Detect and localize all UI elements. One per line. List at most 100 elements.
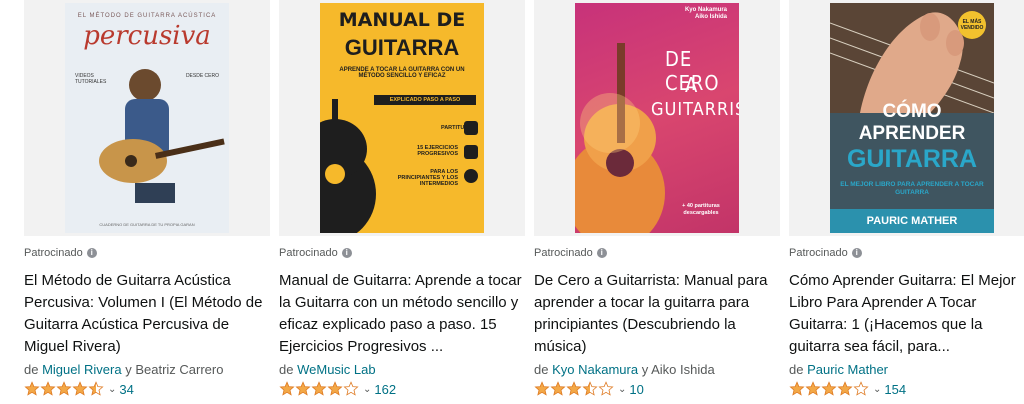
star-icon bbox=[72, 381, 88, 396]
star-icon bbox=[550, 381, 566, 396]
cover-subtitle: EL MEJOR LIBRO PARA APRENDER A TOCAR GUI… bbox=[840, 181, 984, 196]
cover-authors: Kyo Nakamura Aiko Ishida bbox=[685, 7, 727, 21]
product-card: MANUAL DE GUITARRA APRENDE A TOCAR LA GU… bbox=[279, 0, 525, 404]
sheet-icon bbox=[464, 121, 478, 135]
cover-series-line: EL MÉTODO DE GUITARRA ACÚSTICA bbox=[77, 13, 217, 19]
cover-title-line2: GUITARRA bbox=[344, 35, 460, 60]
star-icon bbox=[295, 381, 311, 396]
star-icon bbox=[582, 381, 598, 396]
review-count[interactable]: 34 bbox=[119, 382, 133, 397]
author-line: de WeMusic Lab bbox=[279, 362, 525, 377]
cover-author-2: Aiko Ishida bbox=[694, 14, 727, 20]
info-icon[interactable]: i bbox=[341, 248, 352, 258]
cover-title-3: GUITARRISTA bbox=[651, 99, 739, 120]
cover-item-3: PARA LOS PRINCIPIANTES Y LOS INTERMEDIOS bbox=[397, 169, 458, 187]
star-icon bbox=[40, 381, 56, 396]
author-link[interactable]: WeMusic Lab bbox=[297, 362, 376, 377]
cover-title-line1: MANUAL DE bbox=[338, 9, 466, 31]
cover-note: + 40 partituras descargables bbox=[682, 203, 720, 216]
info-icon[interactable]: i bbox=[86, 248, 97, 258]
sponsored-label[interactable]: Patrocinado i bbox=[534, 246, 780, 260]
cover-author-1: Kyo Nakamura bbox=[684, 7, 727, 13]
author-secondary: Aiko Ishida bbox=[651, 362, 715, 377]
cover-item-2: 15 EJERCICIOS PROGRESIVOS bbox=[417, 145, 458, 157]
star-rating[interactable] bbox=[534, 381, 614, 397]
rating-row: ⌄ 154 bbox=[789, 381, 1024, 397]
sponsored-text: Patrocinado bbox=[534, 247, 593, 259]
cover-subtitle: APRENDE A TOCAR LA GUITARRA CON UN MÉTOD… bbox=[339, 67, 465, 79]
rating-row: ⌄ 34 bbox=[24, 381, 270, 397]
sponsored-label[interactable]: Patrocinado i bbox=[24, 246, 270, 260]
star-rating[interactable] bbox=[24, 381, 104, 397]
review-count[interactable]: 10 bbox=[629, 382, 643, 397]
star-icon bbox=[821, 381, 837, 396]
star-icon bbox=[327, 381, 343, 396]
star-icon bbox=[566, 381, 582, 396]
star-icon bbox=[56, 381, 72, 396]
star-icon bbox=[279, 381, 295, 396]
star-icon bbox=[837, 381, 853, 396]
product-image-container[interactable]: EL MÉTODO DE GUITARRA ACÚSTICA percusiva… bbox=[24, 0, 270, 236]
product-image-container[interactable]: Kyo Nakamura Aiko Ishida DE CERO A GUITA… bbox=[534, 0, 780, 236]
book-cover[interactable]: MANUAL DE GUITARRA APRENDE A TOCAR LA GU… bbox=[320, 3, 484, 233]
chart-icon bbox=[464, 145, 478, 159]
book-cover[interactable]: EL MÁS VENDIDO CÓMO APRENDER GUITARRA EL… bbox=[830, 3, 994, 233]
product-card: EL MÁS VENDIDO CÓMO APRENDER GUITARRA EL… bbox=[789, 0, 1024, 404]
guitarist-illustration bbox=[99, 69, 225, 203]
star-icon bbox=[805, 381, 821, 396]
guitar-illustration bbox=[320, 99, 376, 233]
star-rating[interactable] bbox=[279, 381, 359, 397]
cover-title-3: GUITARRA bbox=[846, 145, 978, 173]
author-line: de Kyo Nakamura y Aiko Ishida bbox=[534, 362, 780, 377]
author-prefix: de bbox=[24, 362, 39, 377]
star-icon bbox=[88, 381, 104, 396]
sponsored-label[interactable]: Patrocinado i bbox=[789, 246, 1024, 260]
star-icon bbox=[853, 381, 869, 396]
product-image-container[interactable]: EL MÁS VENDIDO CÓMO APRENDER GUITARRA EL… bbox=[789, 0, 1024, 236]
cover-title-2: A bbox=[685, 73, 699, 97]
rating-row: ⌄ 10 bbox=[534, 381, 780, 397]
sponsored-label[interactable]: Patrocinado i bbox=[279, 246, 525, 260]
cover-title-1: CÓMO bbox=[882, 101, 942, 122]
guitar-illustration bbox=[575, 43, 665, 233]
product-title[interactable]: De Cero a Guitarrista: Manual para apren… bbox=[534, 270, 780, 358]
book-cover[interactable]: Kyo Nakamura Aiko Ishida DE CERO A GUITA… bbox=[575, 3, 739, 233]
product-title[interactable]: El Método de Guitarra Acústica Percusiva… bbox=[24, 270, 270, 358]
author-prefix: de bbox=[534, 362, 549, 377]
author-link[interactable]: Miguel Rivera bbox=[42, 362, 121, 377]
bestseller-badge: EL MÁS VENDIDO bbox=[958, 11, 986, 39]
star-icon bbox=[598, 381, 614, 396]
chevron-down-icon[interactable]: ⌄ bbox=[618, 384, 626, 395]
author-secondary: Beatriz Carrero bbox=[135, 362, 224, 377]
star-icon bbox=[311, 381, 327, 396]
chevron-down-icon[interactable]: ⌄ bbox=[363, 384, 371, 395]
rating-row: ⌄ 162 bbox=[279, 381, 525, 397]
sponsored-text: Patrocinado bbox=[789, 247, 848, 259]
product-title[interactable]: Manual de Guitarra: Aprende a tocar la G… bbox=[279, 270, 525, 358]
chevron-down-icon[interactable]: ⌄ bbox=[873, 384, 881, 395]
star-icon bbox=[24, 381, 40, 396]
star-rating[interactable] bbox=[789, 381, 869, 397]
person-icon bbox=[464, 169, 478, 183]
info-icon[interactable]: i bbox=[596, 248, 607, 258]
cover-title-2: APRENDER bbox=[858, 123, 966, 144]
product-card: Kyo Nakamura Aiko Ishida DE CERO A GUITA… bbox=[534, 0, 780, 404]
info-icon[interactable]: i bbox=[851, 248, 862, 258]
cover-title: percusiva bbox=[83, 21, 211, 51]
review-count[interactable]: 162 bbox=[374, 382, 396, 397]
author-prefix: de bbox=[789, 362, 804, 377]
chevron-down-icon[interactable]: ⌄ bbox=[108, 384, 116, 395]
author-line: de Miguel Rivera y Beatriz Carrero bbox=[24, 362, 270, 377]
book-cover[interactable]: EL MÉTODO DE GUITARRA ACÚSTICA percusiva… bbox=[65, 3, 229, 233]
author-link[interactable]: Pauric Mather bbox=[807, 362, 888, 377]
review-count[interactable]: 154 bbox=[884, 382, 906, 397]
results-row: EL MÉTODO DE GUITARRA ACÚSTICA percusiva… bbox=[0, 0, 1024, 404]
sponsored-text: Patrocinado bbox=[279, 247, 338, 259]
product-image-container[interactable]: MANUAL DE GUITARRA APRENDE A TOCAR LA GU… bbox=[279, 0, 525, 236]
author-joiner: y bbox=[641, 362, 649, 377]
product-title[interactable]: Cómo Aprender Guitarra: El Mejor Libro P… bbox=[789, 270, 1024, 358]
sponsored-text: Patrocinado bbox=[24, 247, 83, 259]
cover-footer: CUADERNO DE GUITARRA DE TU PROPIA GARAN bbox=[99, 222, 195, 227]
author-joiner: y bbox=[125, 362, 132, 377]
author-link[interactable]: Kyo Nakamura bbox=[552, 362, 638, 377]
